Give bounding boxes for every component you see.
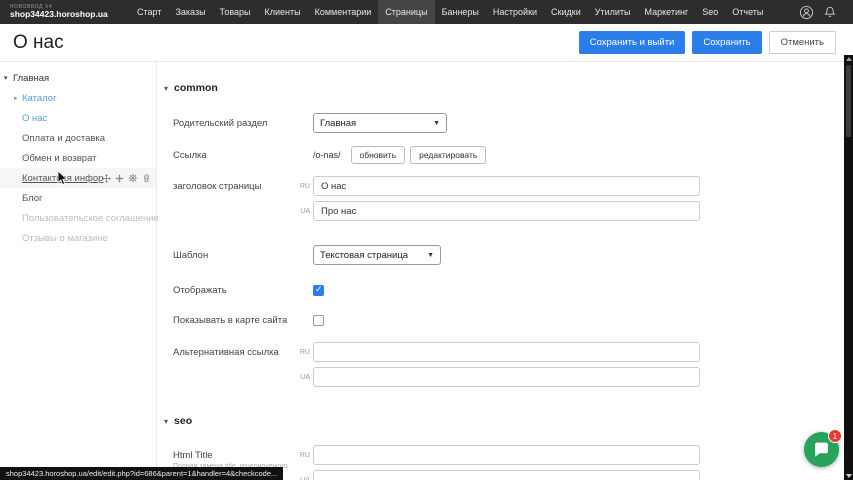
section-seo[interactable]: ▾ seo: [164, 415, 844, 427]
scrollbar-thumb[interactable]: [846, 65, 851, 137]
sidebar-item-obmen-vozvrat[interactable]: Обмен и возврат: [0, 148, 156, 168]
page-title-ua-input[interactable]: [313, 201, 700, 221]
pages-tree-sidebar: ▾ Главная ▸ Каталог О нас Оплата и доста…: [0, 62, 157, 480]
sitemap-row: Показывать в карте сайта: [173, 315, 844, 326]
chevron-right-icon: ▸: [14, 94, 18, 102]
nav-item-klienty[interactable]: Клиенты: [258, 0, 308, 24]
logo-domain: shop34423.horoshop.ua: [10, 10, 122, 19]
template-select[interactable]: Текстовая страница ▼: [313, 245, 441, 265]
scroll-up-icon[interactable]: [846, 57, 852, 61]
sitemap-checkbox[interactable]: [313, 315, 324, 326]
sidebar-item-otzyvy[interactable]: Отзывы о магазине: [0, 228, 156, 248]
sitemap-label: Показывать в карте сайта: [173, 315, 313, 326]
parent-section-select[interactable]: Главная ▼: [313, 113, 447, 133]
add-icon[interactable]: [115, 174, 124, 183]
sidebar-item-katalog[interactable]: ▸ Каталог: [0, 88, 156, 108]
link-label: Ссылка: [173, 150, 313, 161]
nav-item-tovary[interactable]: Товары: [213, 0, 258, 24]
lang-ua-label: UA: [298, 374, 310, 381]
edit-link-button[interactable]: редактировать: [410, 146, 486, 164]
screen: НОВОВВОД V4 shop34423.horoshop.ua Старт …: [0, 0, 853, 480]
chat-bubble-icon: [813, 441, 830, 458]
display-checkbox[interactable]: [313, 285, 324, 296]
status-url: shop34423.horoshop.ua/edit/edit.php?id=6…: [0, 467, 283, 480]
display-label: Отображать: [173, 285, 313, 296]
header-actions: Сохранить и выйти Сохранить Отменить: [579, 31, 836, 55]
section-common[interactable]: ▾ common: [164, 82, 844, 94]
topbar: НОВОВВОД V4 shop34423.horoshop.ua Старт …: [0, 0, 853, 24]
logo[interactable]: НОВОВВОД V4 shop34423.horoshop.ua: [10, 5, 122, 20]
nav-item-stranitsy[interactable]: Страницы: [378, 0, 434, 24]
html-title-ru-input[interactable]: [313, 445, 700, 465]
alt-link-ru-input[interactable]: [313, 342, 700, 362]
sidebar-item-kontaktnaya-info[interactable]: Контактная инфор: [0, 168, 156, 188]
lang-ua-label: UA: [298, 477, 310, 480]
notifications-bell-icon[interactable]: [823, 5, 837, 19]
lang-ru-label: RU: [298, 349, 310, 356]
topbar-icons: [799, 5, 837, 20]
sidebar-item-glavnaya[interactable]: ▾ Главная: [0, 68, 156, 88]
tree-item-tools: [102, 168, 151, 188]
collapse-icon: ▾: [164, 417, 168, 426]
nav-item-seo[interactable]: Seo: [695, 0, 725, 24]
nav-item-utility[interactable]: Утилиты: [588, 0, 638, 24]
sidebar-item-blog[interactable]: Блог: [0, 188, 156, 208]
chat-badge: 1: [828, 429, 842, 443]
template-label: Шаблон: [173, 250, 313, 261]
save-button[interactable]: Сохранить: [692, 31, 761, 55]
chevron-down-icon: ▼: [421, 252, 434, 259]
gear-icon[interactable]: [128, 173, 138, 183]
parent-section-row: Родительский раздел Главная ▼: [173, 113, 844, 133]
link-path: /o-nas/: [313, 150, 341, 160]
top-nav: Старт Заказы Товары Клиенты Комментарии …: [130, 0, 770, 24]
lang-ru-label: RU: [298, 183, 310, 190]
page-title-ru-input[interactable]: [313, 176, 700, 196]
chat-launcher[interactable]: 1: [804, 432, 839, 467]
nav-item-otchety[interactable]: Отчеты: [725, 0, 770, 24]
sidebar-item-o-nas[interactable]: О нас: [0, 108, 156, 128]
lang-ua-label: UA: [298, 208, 310, 215]
nav-item-bannery[interactable]: Баннеры: [435, 0, 486, 24]
alt-link-label: Альтернативная ссылка: [173, 342, 298, 358]
display-row: Отображать: [173, 285, 844, 296]
scrollbar[interactable]: [844, 55, 853, 480]
page-title-row: заголовок страницы RU UA: [173, 176, 844, 226]
template-row: Шаблон Текстовая страница ▼: [173, 245, 844, 265]
move-icon[interactable]: [102, 174, 111, 183]
page-title-label: заголовок страницы: [173, 176, 298, 192]
chevron-down-icon: ▾: [4, 74, 8, 82]
html-title-ua-input[interactable]: [313, 470, 700, 480]
alt-link-row: Альтернативная ссылка RU UA: [173, 342, 844, 392]
chevron-down-icon: ▼: [427, 120, 440, 127]
page-header: О нас Сохранить и выйти Сохранить Отмени…: [0, 24, 844, 62]
nav-item-zakazy[interactable]: Заказы: [168, 0, 212, 24]
nav-item-skidki[interactable]: Скидки: [544, 0, 588, 24]
sidebar-item-polzovatelskoe[interactable]: Пользовательское соглашение: [0, 208, 156, 228]
nav-item-start[interactable]: Старт: [130, 0, 168, 24]
sidebar-item-oplata-dostavka[interactable]: Оплата и доставка: [0, 128, 156, 148]
save-exit-button[interactable]: Сохранить и выйти: [579, 31, 686, 55]
scroll-down-icon[interactable]: [846, 474, 852, 478]
trash-icon[interactable]: [142, 173, 151, 183]
alt-link-ua-input[interactable]: [313, 367, 700, 387]
nav-item-nastroiki[interactable]: Настройки: [486, 0, 544, 24]
account-icon[interactable]: [799, 5, 814, 20]
nav-item-marketing[interactable]: Маркетинг: [637, 0, 695, 24]
parent-section-label: Родительский раздел: [173, 118, 313, 129]
html-title-label: Html Title: [173, 450, 298, 461]
lang-ru-label: RU: [298, 452, 310, 459]
cancel-button[interactable]: Отменить: [769, 31, 836, 55]
page-edit-form: ▾ common Родительский раздел Главная ▼ С…: [158, 62, 844, 480]
collapse-icon: ▾: [164, 84, 168, 93]
refresh-link-button[interactable]: обновить: [351, 146, 406, 164]
nav-item-kommentarii[interactable]: Комментарии: [308, 0, 379, 24]
link-row: Ссылка /o-nas/ обновить редактировать: [173, 146, 844, 164]
page-title: О нас: [13, 32, 64, 54]
